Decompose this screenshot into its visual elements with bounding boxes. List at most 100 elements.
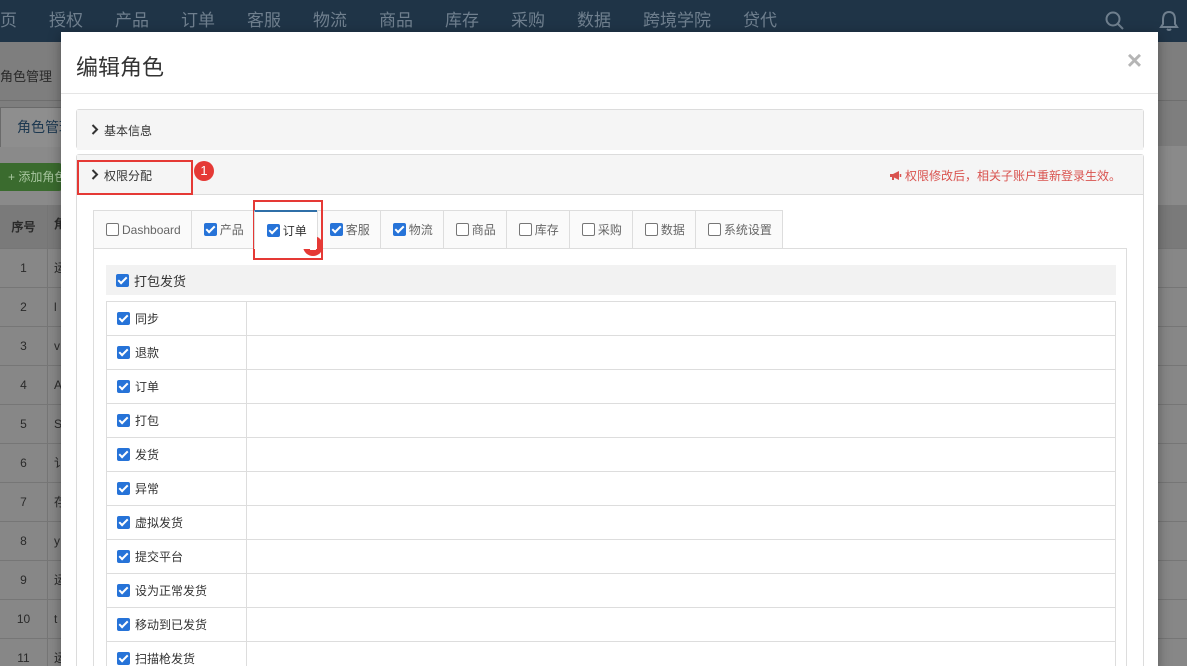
permission-toggle[interactable]: 权限分配 权限修改后，相关子账户重新登录生效。 [77,155,1143,195]
tab-permission-9[interactable]: 系统设置 [694,210,783,249]
tab-checkbox[interactable] [644,223,658,236]
modal-header: 编辑角色 × [61,32,1158,94]
permission-checkbox[interactable] [117,448,130,461]
table-cell-index: 7 [0,483,48,521]
table-cell-name: S [54,417,62,431]
basic-info-label: 基本信息 [104,124,153,138]
permission-detail-cell [247,404,1115,437]
tab-permission-1[interactable]: 产品 [190,210,254,249]
tab-checkbox[interactable] [581,223,595,236]
permission-label: 订单 [135,380,160,394]
permission-name-cell[interactable]: 发货 [107,438,247,471]
permission-checkbox[interactable] [117,312,130,325]
tab-permission-8[interactable]: 数据 [631,210,695,249]
table-row: 9运 [0,561,62,600]
table-row: 6讠 [0,444,62,483]
tab-label: 订单 [282,223,307,238]
tab-checkbox[interactable] [266,223,280,237]
tab-permission-2[interactable]: 订单 [253,210,317,249]
tab-role-management[interactable]: 角色管理 [0,107,62,147]
permission-checkbox[interactable] [117,414,130,427]
tab-permission-5[interactable]: 商品 [442,210,506,249]
permission-name-cell[interactable]: 退款 [107,336,247,369]
role-table: 序号角 1 运 2 l 3 v 4 A 5 S 6 讠 7 存 8 y 9 运 10 t 11 运 [0,205,62,666]
tab-checkbox[interactable] [106,223,119,236]
permission-tabs: Dashboard 产品 订单 客服 物流 商品 库存 采购 数据 系统设置 [93,210,783,249]
permission-detail-cell [247,506,1115,539]
group-checkbox[interactable] [116,273,129,287]
permission-checkbox[interactable] [117,652,130,665]
tab-permission-7[interactable]: 采购 [568,210,632,249]
permission-row: 移动到已发货 [106,608,1116,642]
permission-detail-cell [247,540,1115,573]
tab-label: Dashboard [122,222,181,237]
tab-checkbox[interactable] [392,223,406,236]
permission-name-cell[interactable]: 订单 [107,370,247,403]
permission-row: 提交平台 [106,540,1116,574]
permission-row: 打包 [106,404,1116,438]
tab-permission-6[interactable]: 库存 [505,210,569,249]
add-role-button[interactable]: + 添加角色 [0,163,62,191]
search-icon[interactable] [1105,11,1125,31]
permission-checkbox[interactable] [117,584,130,597]
nav-item-home[interactable]: 页 [0,0,31,42]
permission-name-cell[interactable]: 提交平台 [107,540,247,573]
table-cell-name: 运 [54,573,62,587]
permission-checkbox[interactable] [117,482,130,495]
permission-checkbox[interactable] [117,380,130,393]
table-cell-index: 3 [0,327,48,365]
close-icon[interactable]: × [1127,46,1142,74]
permission-row: 同步 [106,302,1116,336]
tab-checkbox[interactable] [455,223,469,236]
table-cell-index: 9 [0,561,48,599]
permission-notice-text: 权限修改后，相关子账户重新登录生效。 [904,169,1121,183]
bell-icon[interactable] [1159,10,1179,32]
table-cell-index: 1 [0,249,48,287]
table-row: 1运 [0,249,62,288]
tab-checkbox[interactable] [707,223,721,236]
tab-checkbox[interactable] [329,223,343,236]
tab-permission-3[interactable]: 客服 [316,210,380,249]
permission-notice: 权限修改后，相关子账户重新登录生效。 [889,167,1121,184]
permission-checkbox[interactable] [117,618,130,631]
permission-name-cell[interactable]: 虚拟发货 [107,506,247,539]
basic-info-toggle[interactable]: 基本信息 [77,110,1143,150]
tab-label: 库存 [534,223,559,237]
table-cell-name: y [54,534,60,548]
permission-row: 退款 [106,336,1116,370]
permission-group-header[interactable]: 打包发货 [106,265,1116,295]
tab-checkbox[interactable] [203,223,217,236]
permission-label: 同步 [135,312,160,326]
permission-checkbox[interactable] [117,550,130,563]
permission-name-cell[interactable]: 打包 [107,404,247,437]
table-row: 7存 [0,483,62,522]
tab-checkbox[interactable] [518,223,532,236]
permission-row: 订单 [106,370,1116,404]
annotation-badge-1: 1 [194,161,214,181]
permission-name-cell[interactable]: 设为正常发货 [107,574,247,607]
tab-label: 产品 [219,223,244,237]
tab-label: 商品 [471,223,496,237]
tab-permission-4[interactable]: 物流 [379,210,443,249]
permission-row: 发货 [106,438,1116,472]
permission-name-cell[interactable]: 扫描枪发货 [107,642,247,666]
permission-checkbox[interactable] [117,516,130,529]
role-table-right [1158,205,1187,666]
table-header-cell: 序号 [0,205,48,248]
table-row: 5S [0,405,62,444]
permission-name-cell[interactable]: 异常 [107,472,247,505]
permission-row: 异常 [106,472,1116,506]
permission-checkbox[interactable] [117,346,130,359]
permission-name-cell[interactable]: 移动到已发货 [107,608,247,641]
tab-permission-0[interactable]: Dashboard [93,210,191,249]
permission-name-cell[interactable]: 同步 [107,302,247,335]
permission-row: 扫描枪发货 [106,642,1116,666]
permission-detail-cell [247,608,1115,641]
table-cell-name: 讠 [54,456,62,470]
permission-detail-cell [247,642,1115,666]
permission-detail-cell [247,438,1115,471]
tab-label: 数据 [660,223,685,237]
table-header-row: 序号角 [0,205,62,249]
annotation-box-1 [77,160,193,195]
permission-panel: 权限分配 权限修改后，相关子账户重新登录生效。 Dashboard 产品 订单 客服物… [76,154,1144,666]
